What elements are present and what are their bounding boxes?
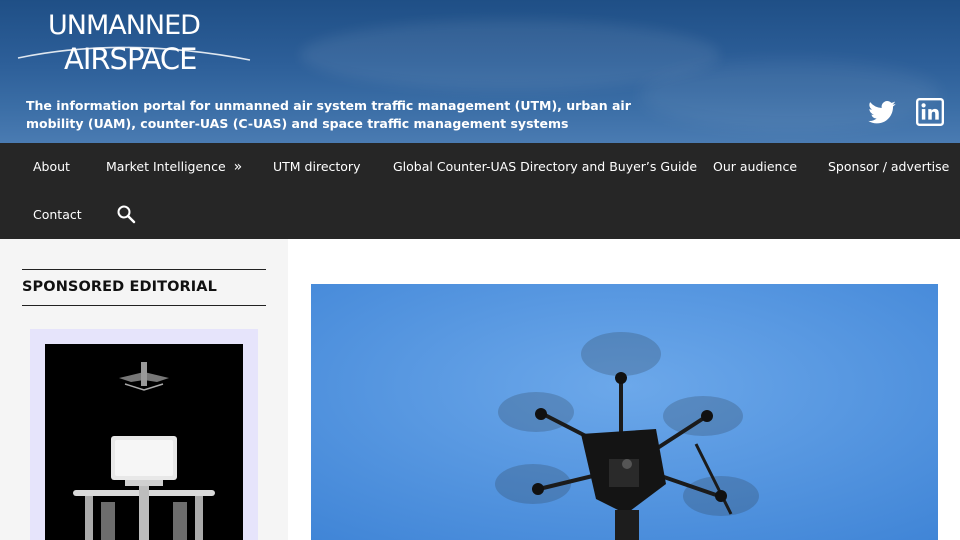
nav-item-about[interactable]: About <box>33 159 70 174</box>
twitter-icon[interactable] <box>867 98 897 128</box>
submenu-arrow-icon: » <box>233 159 243 175</box>
drone-photo <box>311 284 938 540</box>
nav-item-counter-uas-directory[interactable]: Global Counter-UAS Directory and Buyer’s… <box>393 159 697 174</box>
ad-product-image <box>73 362 215 540</box>
logo-text-line2: AIRSPACE <box>64 42 197 76</box>
linkedin-icon[interactable] <box>916 98 946 128</box>
site-logo[interactable]: UNMANNED AIRSPACE <box>14 6 254 78</box>
nav-item-sponsor-advertise[interactable]: Sponsor / advertise <box>828 159 949 174</box>
site-header: UNMANNED AIRSPACE The information portal… <box>0 0 960 143</box>
nav-item-our-audience[interactable]: Our audience <box>713 159 797 174</box>
divider <box>22 305 266 306</box>
sidebar: SPONSORED EDITORIAL <box>0 239 288 540</box>
divider <box>22 269 266 270</box>
main-navigation: About Market Intelligence » UTM directory… <box>0 143 960 239</box>
nav-item-market-intelligence[interactable]: Market Intelligence » <box>106 159 242 175</box>
site-tagline: The information portal for unmanned air … <box>26 98 631 131</box>
sponsored-ad-frame <box>30 329 258 540</box>
nav-item-utm-directory[interactable]: UTM directory <box>273 159 360 174</box>
main-content <box>288 239 960 540</box>
sponsored-ad-banner[interactable] <box>45 344 243 540</box>
nav-item-contact[interactable]: Contact <box>33 207 82 222</box>
sidebar-heading: SPONSORED EDITORIAL <box>22 279 217 295</box>
nav-item-label: Market Intelligence <box>106 159 226 174</box>
logo-text-line1: UNMANNED <box>48 10 201 41</box>
featured-drone-image[interactable] <box>311 284 938 540</box>
search-icon[interactable] <box>116 204 136 224</box>
